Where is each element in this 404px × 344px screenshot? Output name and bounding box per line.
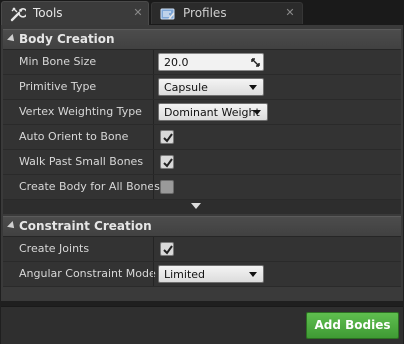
column-divider[interactable] (153, 150, 154, 174)
checkmark-icon (163, 158, 173, 168)
column-divider[interactable] (153, 100, 154, 124)
section-header-constraint-creation[interactable]: Constraint Creation (3, 216, 401, 237)
vertex-weighting-dropdown[interactable]: Dominant Weight (158, 103, 268, 121)
wrench-icon (10, 6, 28, 22)
angular-mode-dropdown[interactable]: Limited (158, 265, 264, 283)
property-row-create-body-all-bones: Create Body for All Bones (3, 175, 401, 200)
column-divider[interactable] (153, 237, 154, 261)
create-joints-checkbox[interactable] (160, 242, 174, 256)
dropdown-value: Capsule (164, 81, 208, 94)
tab-tools[interactable]: Tools ✕ (1, 1, 149, 25)
walk-past-checkbox[interactable] (160, 155, 174, 169)
expand-arrow-icon (191, 203, 201, 209)
checkmark-icon (163, 133, 173, 143)
tab-tools-label: Tools (33, 6, 63, 20)
tab-profiles[interactable]: Profiles ✕ (151, 2, 303, 24)
tab-profiles-label: Profiles (183, 6, 227, 20)
chevron-down-icon (253, 110, 261, 115)
property-label: Vertex Weighting Type (19, 105, 142, 118)
property-label: Auto Orient to Bone (19, 130, 129, 143)
collapse-arrow-icon (7, 221, 17, 231)
min-bone-size-input[interactable]: 20.0 (158, 53, 264, 71)
property-label: Min Bone Size (19, 55, 97, 68)
collapse-arrow-icon (7, 34, 17, 44)
property-row-auto-orient: Auto Orient to Bone (3, 125, 401, 150)
property-label: Create Joints (19, 242, 90, 255)
close-icon[interactable]: ✕ (285, 7, 295, 18)
section-header-body-creation[interactable]: Body Creation (3, 29, 401, 50)
property-row-vertex-weighting-type: Vertex Weighting Type Dominant Weight (3, 100, 401, 125)
dropdown-value: Limited (164, 268, 206, 281)
add-bodies-button[interactable]: Add Bodies (306, 312, 399, 339)
column-divider[interactable] (153, 175, 154, 199)
tab-strip: Tools ✕ Profiles ✕ (0, 0, 404, 25)
property-label: Angular Constraint Mode (19, 267, 156, 280)
dropdown-value: Dominant Weight (164, 106, 260, 119)
column-divider[interactable] (153, 75, 154, 99)
property-row-min-bone-size: Min Bone Size 20.0 (3, 50, 401, 75)
column-divider[interactable] (153, 262, 154, 286)
column-divider[interactable] (153, 50, 154, 74)
column-divider[interactable] (153, 125, 154, 149)
property-row-create-joints: Create Joints (3, 237, 401, 262)
checkmark-icon (163, 245, 173, 255)
section-title: Constraint Creation (19, 219, 152, 233)
property-label: Create Body for All Bones (19, 180, 160, 193)
property-label: Walk Past Small Bones (19, 155, 144, 168)
auto-orient-checkbox[interactable] (160, 130, 174, 144)
details-panel: Body Creation Min Bone Size 20.0 Primiti… (1, 25, 403, 301)
profiles-icon (160, 6, 176, 22)
property-row-angular-constraint-mode: Angular Constraint Mode Limited (3, 262, 401, 287)
chevron-down-icon (249, 272, 257, 277)
create-body-all-checkbox[interactable] (160, 180, 174, 194)
property-label: Primitive Type (19, 80, 97, 93)
property-row-walk-past-small-bones: Walk Past Small Bones (3, 150, 401, 175)
section-title: Body Creation (19, 32, 115, 46)
primitive-type-dropdown[interactable]: Capsule (158, 78, 264, 96)
min-bone-size-value: 20.0 (164, 56, 189, 69)
chevron-down-icon (249, 85, 257, 90)
advanced-expander[interactable] (3, 200, 401, 214)
drag-handle-icon[interactable] (251, 57, 260, 67)
close-icon[interactable]: ✕ (133, 7, 143, 18)
property-row-primitive-type: Primitive Type Capsule (3, 75, 401, 100)
